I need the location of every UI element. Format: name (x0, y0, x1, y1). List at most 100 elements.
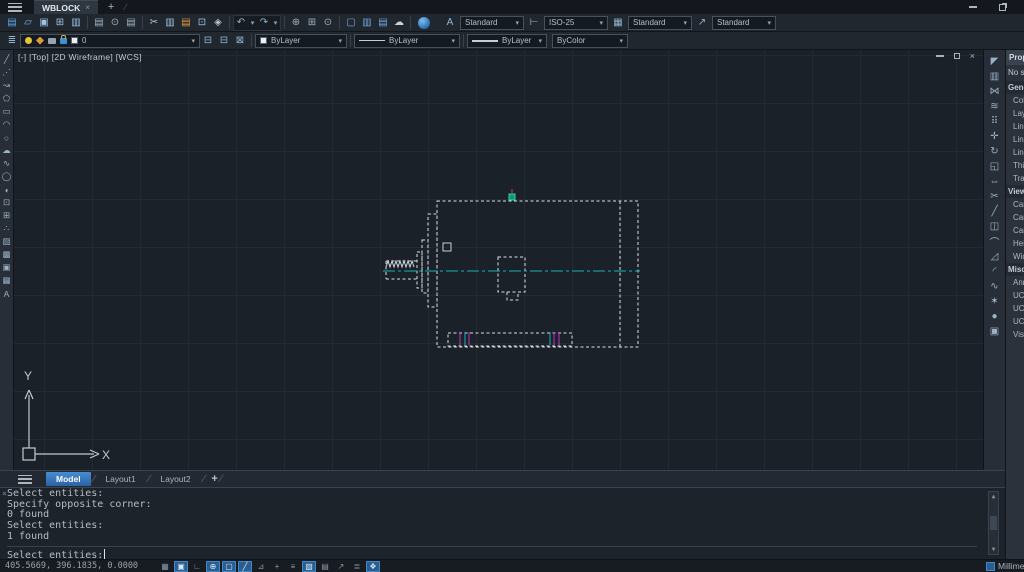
dynamic-ucs-toggle[interactable]: ⊿ (254, 561, 268, 572)
dynamic-input-toggle[interactable]: + (270, 561, 284, 572)
insert-block-tool-icon[interactable]: ⊡ (0, 196, 13, 209)
layer-freeze-icon[interactable] (36, 37, 44, 45)
hatch-tool-icon[interactable]: ▨ (0, 235, 13, 248)
chamfer-tool-icon[interactable]: ◿ (987, 249, 1003, 264)
multiline-text-tool-icon[interactable]: A (0, 287, 13, 300)
app-menu-icon[interactable] (8, 3, 22, 12)
layer-isolate-icon[interactable]: ⊠ (232, 33, 248, 49)
table-style-select[interactable]: Standard▾ (628, 16, 692, 30)
dim-style-select[interactable]: ISO-25▾ (544, 16, 608, 30)
property-row[interactable]: Camera Z (1006, 224, 1024, 237)
stretch-tool-icon[interactable]: ⇔ (987, 174, 1003, 189)
plot-preview-icon[interactable]: ⊙ (107, 15, 123, 31)
property-row[interactable]: UCS per viewport (1006, 315, 1024, 328)
match-properties-icon[interactable]: ⊡ (194, 15, 210, 31)
save-as-icon[interactable]: ⊞ (52, 15, 68, 31)
layer-on-bulb-icon[interactable] (25, 37, 32, 44)
rectangle-tool-icon[interactable]: ▭ (0, 105, 13, 118)
scrollbar-thumb[interactable] (990, 516, 997, 530)
cut-icon[interactable]: ✂ (146, 15, 162, 31)
arc-tool-icon[interactable]: ◠ (0, 118, 13, 131)
selection-cycling-toggle[interactable]: ↗ (334, 561, 348, 572)
window-minimize-icon[interactable] (969, 6, 977, 8)
make-block-tool-icon[interactable]: ⊞ (0, 209, 13, 222)
property-row[interactable]: Annotation scale (1006, 276, 1024, 289)
new-file-icon[interactable]: ▤ (4, 15, 20, 31)
hatch-edit-tool-icon[interactable]: ● (987, 309, 1003, 324)
tab-layout2[interactable]: Layout2 (150, 472, 200, 486)
trim-tool-icon[interactable]: ✂ (987, 189, 1003, 204)
property-row[interactable]: Width (1006, 250, 1024, 263)
redo-icon[interactable]: ↷ (257, 15, 271, 31)
properties-no-selection[interactable]: No selection (1006, 65, 1024, 81)
viewport-split-icon[interactable]: ▥ (359, 15, 375, 31)
chevron-down-icon[interactable]: ▾ (515, 19, 519, 27)
layer-select[interactable]: 0 ▾ (20, 34, 200, 48)
chevron-down-icon[interactable]: ▾ (599, 19, 603, 27)
property-row[interactable]: Linetype (1006, 120, 1024, 133)
layer-properties-manager-icon[interactable]: ≣ (4, 33, 20, 49)
property-row[interactable]: Camera X (1006, 198, 1024, 211)
grip-point[interactable] (509, 194, 515, 200)
undo-list-icon[interactable]: ▾ (248, 15, 257, 31)
table-tool-icon[interactable]: ▦ (0, 274, 13, 287)
zoom-realtime-icon[interactable]: ⊕ (288, 15, 304, 31)
new-tab-button[interactable]: + (108, 2, 114, 12)
properties-section-misc[interactable]: Misc (1006, 263, 1024, 276)
property-row[interactable]: Visual style (1006, 328, 1024, 341)
tab-layout1[interactable]: Layout1 (95, 472, 145, 486)
plot-icon[interactable]: ▤ (91, 15, 107, 31)
sheet-set-icon[interactable]: ▤ (375, 15, 391, 31)
offset-tool-icon[interactable]: ≋ (987, 99, 1003, 114)
construction-line-tool-icon[interactable]: ⋰ (0, 66, 13, 79)
undo-icon[interactable]: ↶ (234, 15, 248, 31)
lineweight-display-toggle[interactable]: ≡ (286, 561, 300, 572)
layer-lock-icon[interactable] (60, 38, 67, 44)
break-tool-icon[interactable]: ◫ (987, 219, 1003, 234)
blend-curves-tool-icon[interactable]: ∿ (987, 279, 1003, 294)
properties-section-view[interactable]: View (1006, 185, 1024, 198)
ellipse-arc-tool-icon[interactable]: ◖ (0, 183, 13, 196)
chevron-down-icon[interactable]: ▾ (451, 37, 455, 45)
layout-menu-icon[interactable] (18, 475, 32, 484)
layer-plot-icon[interactable] (48, 38, 56, 44)
object-snap-toggle[interactable]: ▢ (222, 561, 236, 572)
extend-tool-icon[interactable]: ╱ (987, 204, 1003, 219)
chevron-down-icon[interactable]: ▾ (683, 19, 687, 27)
polyline-tool-icon[interactable]: ↝ (0, 79, 13, 92)
save-icon[interactable]: ▣ (36, 15, 52, 31)
command-line-window[interactable]: × Select entities:Specify opposite corne… (0, 487, 1005, 559)
property-row[interactable]: Height (1006, 237, 1024, 250)
ellipse-tool-icon[interactable]: ◯ (0, 170, 13, 183)
clean-screen-icon[interactable]: ☁ (391, 15, 407, 31)
plot-style-control-select[interactable]: ByColor ▾ (552, 34, 628, 48)
chevron-down-icon[interactable]: ▾ (191, 37, 195, 45)
rotate-tool-icon[interactable]: ↻ (987, 144, 1003, 159)
circle-tool-icon[interactable]: ○ (0, 131, 13, 144)
document-tab-wblock[interactable]: WBLOCK × (34, 0, 98, 14)
mleader-style-select[interactable]: Standard▾ (712, 16, 776, 30)
window-restore-icon[interactable] (999, 4, 1006, 11)
ortho-mode-toggle[interactable]: ∟ (190, 561, 204, 572)
pickbox-cursor[interactable] (443, 243, 451, 251)
property-row[interactable]: Camera Y (1006, 211, 1024, 224)
copy-tool-icon[interactable]: ▥ (987, 69, 1003, 84)
scroll-up-icon[interactable]: ▲ (992, 493, 996, 500)
property-row[interactable]: Thickness (1006, 159, 1024, 172)
snap-mode-toggle[interactable]: ▣ (174, 561, 188, 572)
chevron-down-icon[interactable]: ▾ (619, 37, 623, 45)
drawing-canvas[interactable]: [-] [Top] [2D Wireframe] [WCS] × (14, 50, 983, 470)
switch-window-tool-icon[interactable]: ▣ (987, 324, 1003, 339)
property-row[interactable]: UCS icon at origin (1006, 302, 1024, 315)
scale-tool-icon[interactable]: ◱ (987, 159, 1003, 174)
property-row[interactable]: UCS icon On (1006, 289, 1024, 302)
point-tool-icon[interactable]: ∴ (0, 222, 13, 235)
line-tool-icon[interactable]: ╱ (0, 53, 13, 66)
fillet-tool-icon[interactable]: ◜ (987, 264, 1003, 279)
workspace-switching-toggle[interactable]: ❖ (366, 561, 380, 572)
redo-list-icon[interactable]: ▾ (271, 15, 280, 31)
text-style-select[interactable]: Standard▾ (460, 16, 524, 30)
tab-close-icon[interactable]: × (85, 3, 90, 12)
linetype-control-select[interactable]: ByLayer ▾ (354, 34, 460, 48)
copy-document-icon[interactable]: ▥ (68, 15, 84, 31)
